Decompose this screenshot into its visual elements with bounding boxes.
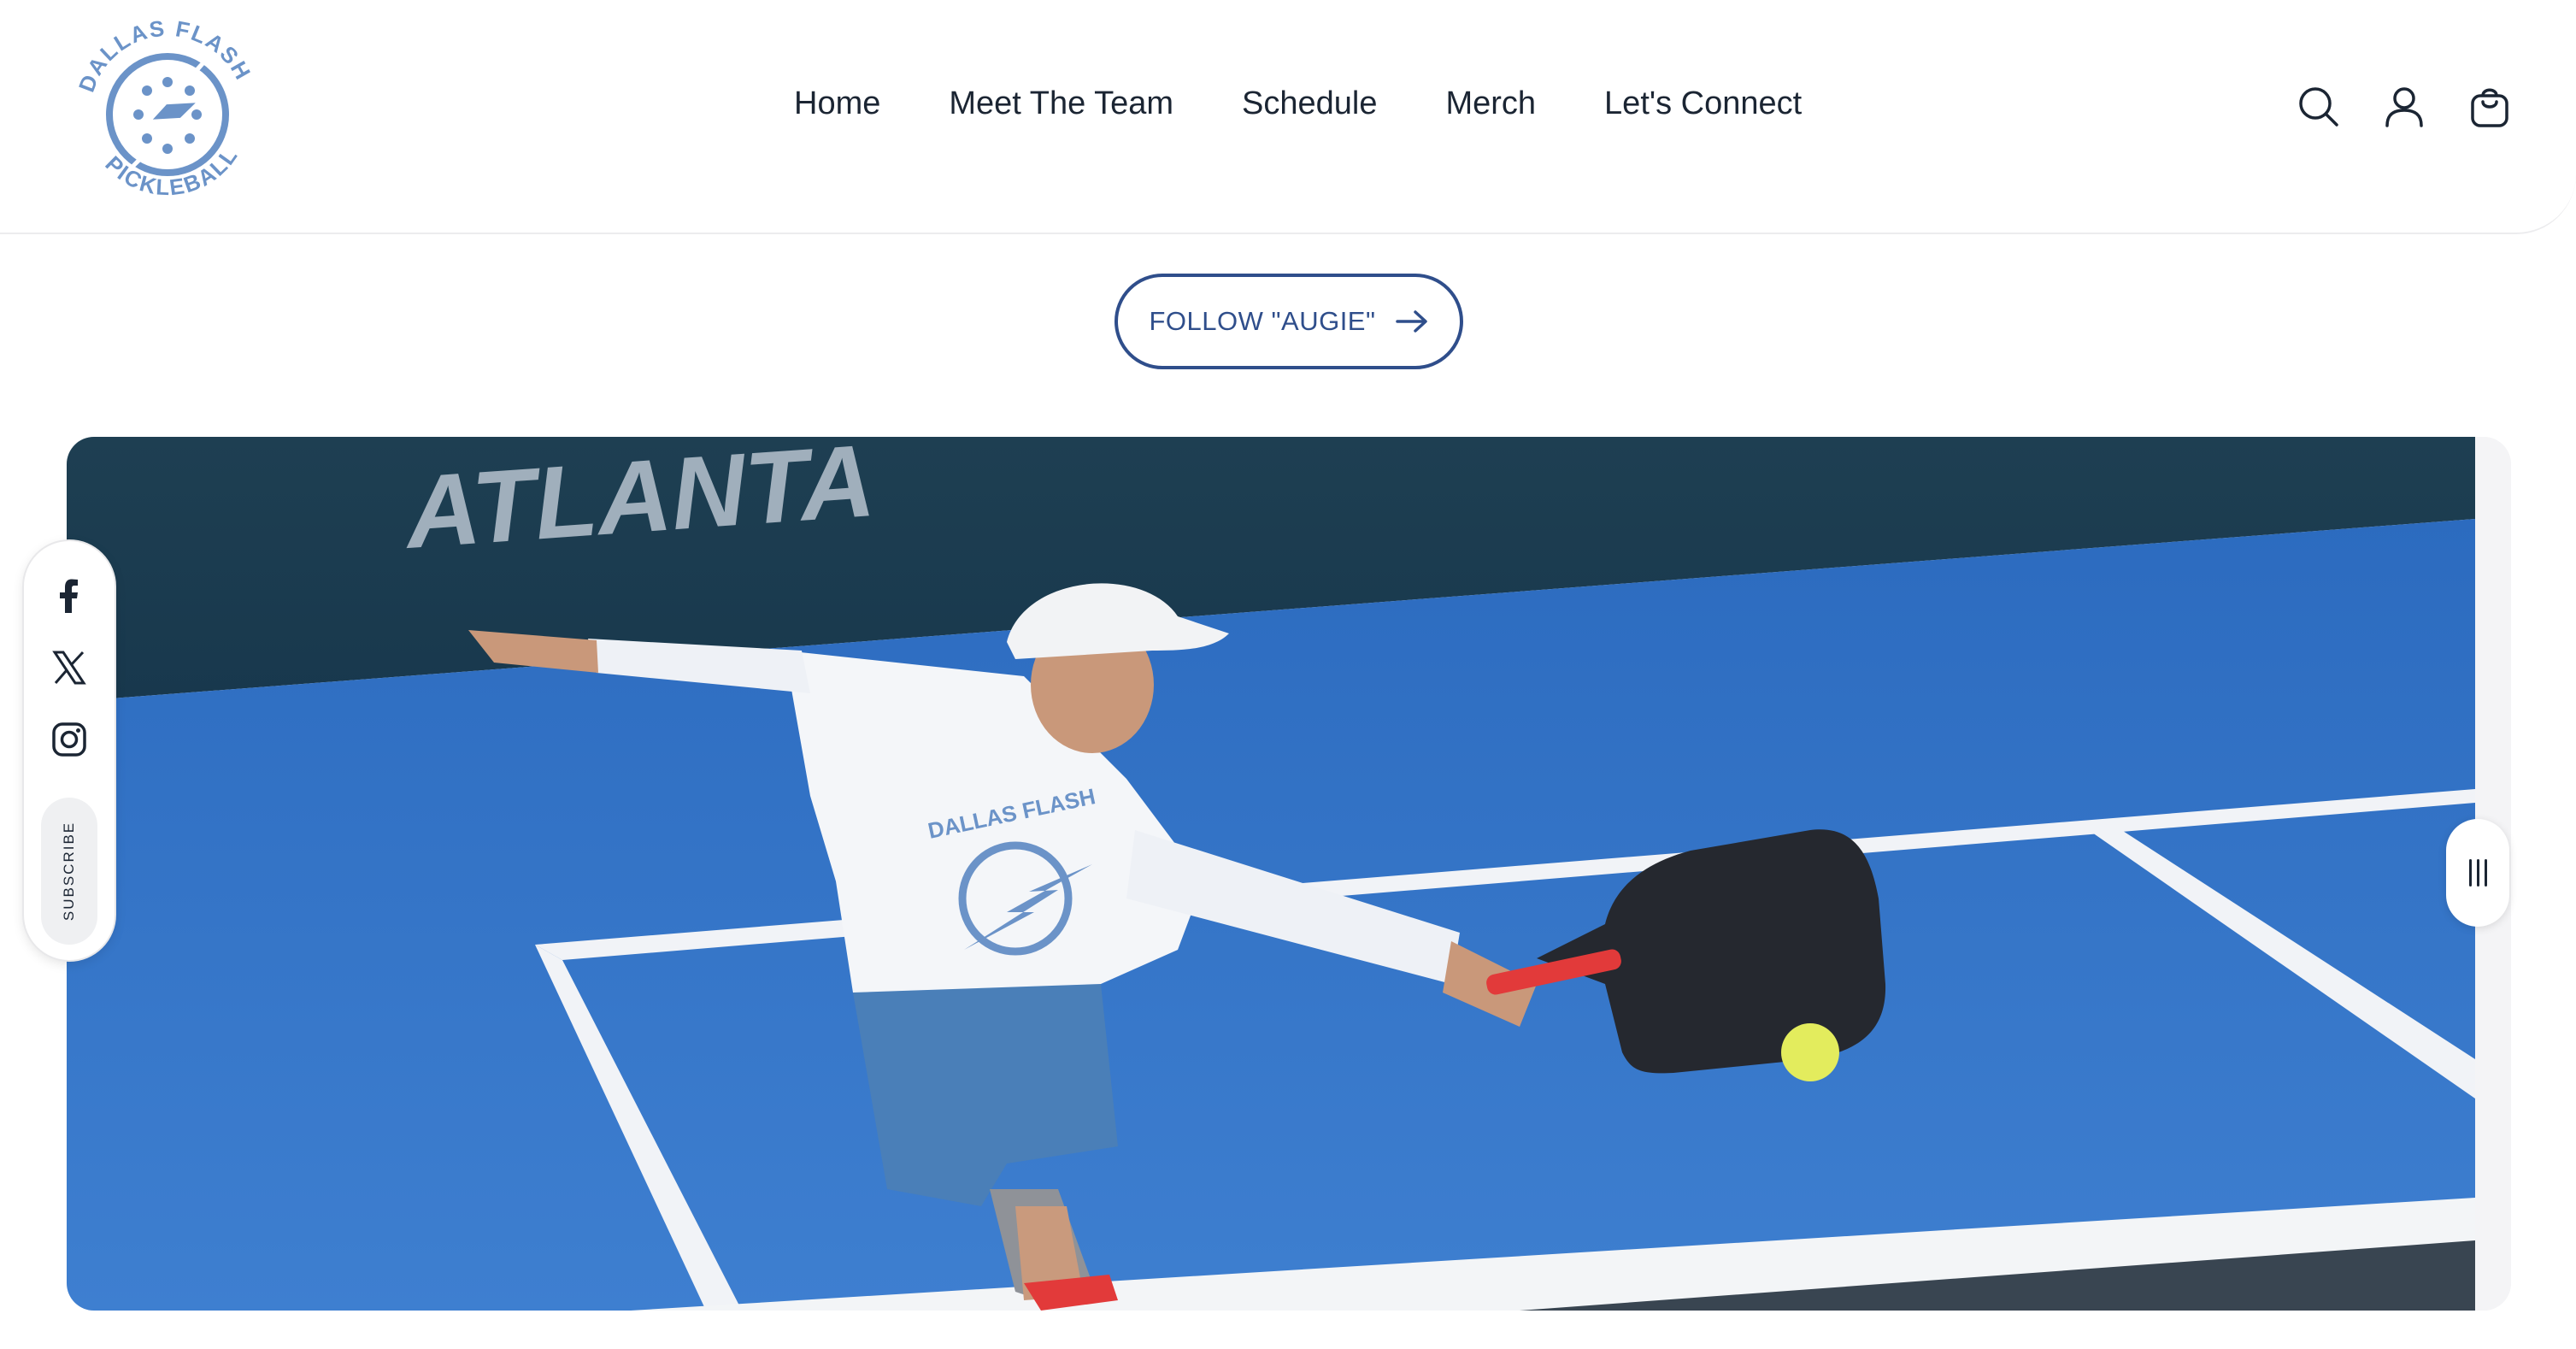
- arrow-right-icon: [1395, 310, 1427, 333]
- handle-bar: [2484, 859, 2487, 887]
- nav-merch[interactable]: Merch: [1445, 85, 1536, 122]
- instagram-icon[interactable]: [50, 721, 88, 758]
- subscribe-button[interactable]: SUBSCRIBE: [41, 798, 97, 945]
- header-actions: [2297, 85, 2511, 128]
- handle-bar: [2476, 859, 2479, 887]
- hero-image: ATLANTA DALLAS FLASH: [67, 437, 2475, 1311]
- account-icon[interactable]: [2383, 85, 2426, 128]
- follow-augie-button[interactable]: FOLLOW "AUGIE": [1115, 274, 1463, 369]
- hero-section: ATLANTA DALLAS FLASH: [67, 437, 2511, 1311]
- x-icon[interactable]: [50, 649, 88, 686]
- dallas-flash-logo[interactable]: DALLAS FLASH PICKLEBALL: [67, 12, 268, 214]
- cart-icon[interactable]: [2468, 85, 2511, 128]
- slider-drag-handle[interactable]: [2446, 819, 2509, 927]
- nav-lets-connect[interactable]: Let's Connect: [1604, 85, 1802, 122]
- follow-augie-label: FOLLOW "AUGIE": [1149, 306, 1376, 336]
- social-sidebar: SUBSCRIBE: [24, 541, 115, 960]
- handle-bar: [2468, 859, 2472, 887]
- site-header: DALLAS FLASH PICKLEBALL Home Meet The Te…: [0, 0, 2576, 234]
- nav-schedule[interactable]: Schedule: [1242, 85, 1377, 122]
- nav-meet-the-team[interactable]: Meet The Team: [949, 85, 1173, 122]
- search-icon[interactable]: [2297, 85, 2340, 128]
- nav-home[interactable]: Home: [794, 85, 880, 122]
- facebook-icon[interactable]: [50, 577, 88, 615]
- main-nav: Home Meet The Team Schedule Merch Let's …: [794, 85, 1802, 122]
- subscribe-label: SUBSCRIBE: [61, 821, 77, 922]
